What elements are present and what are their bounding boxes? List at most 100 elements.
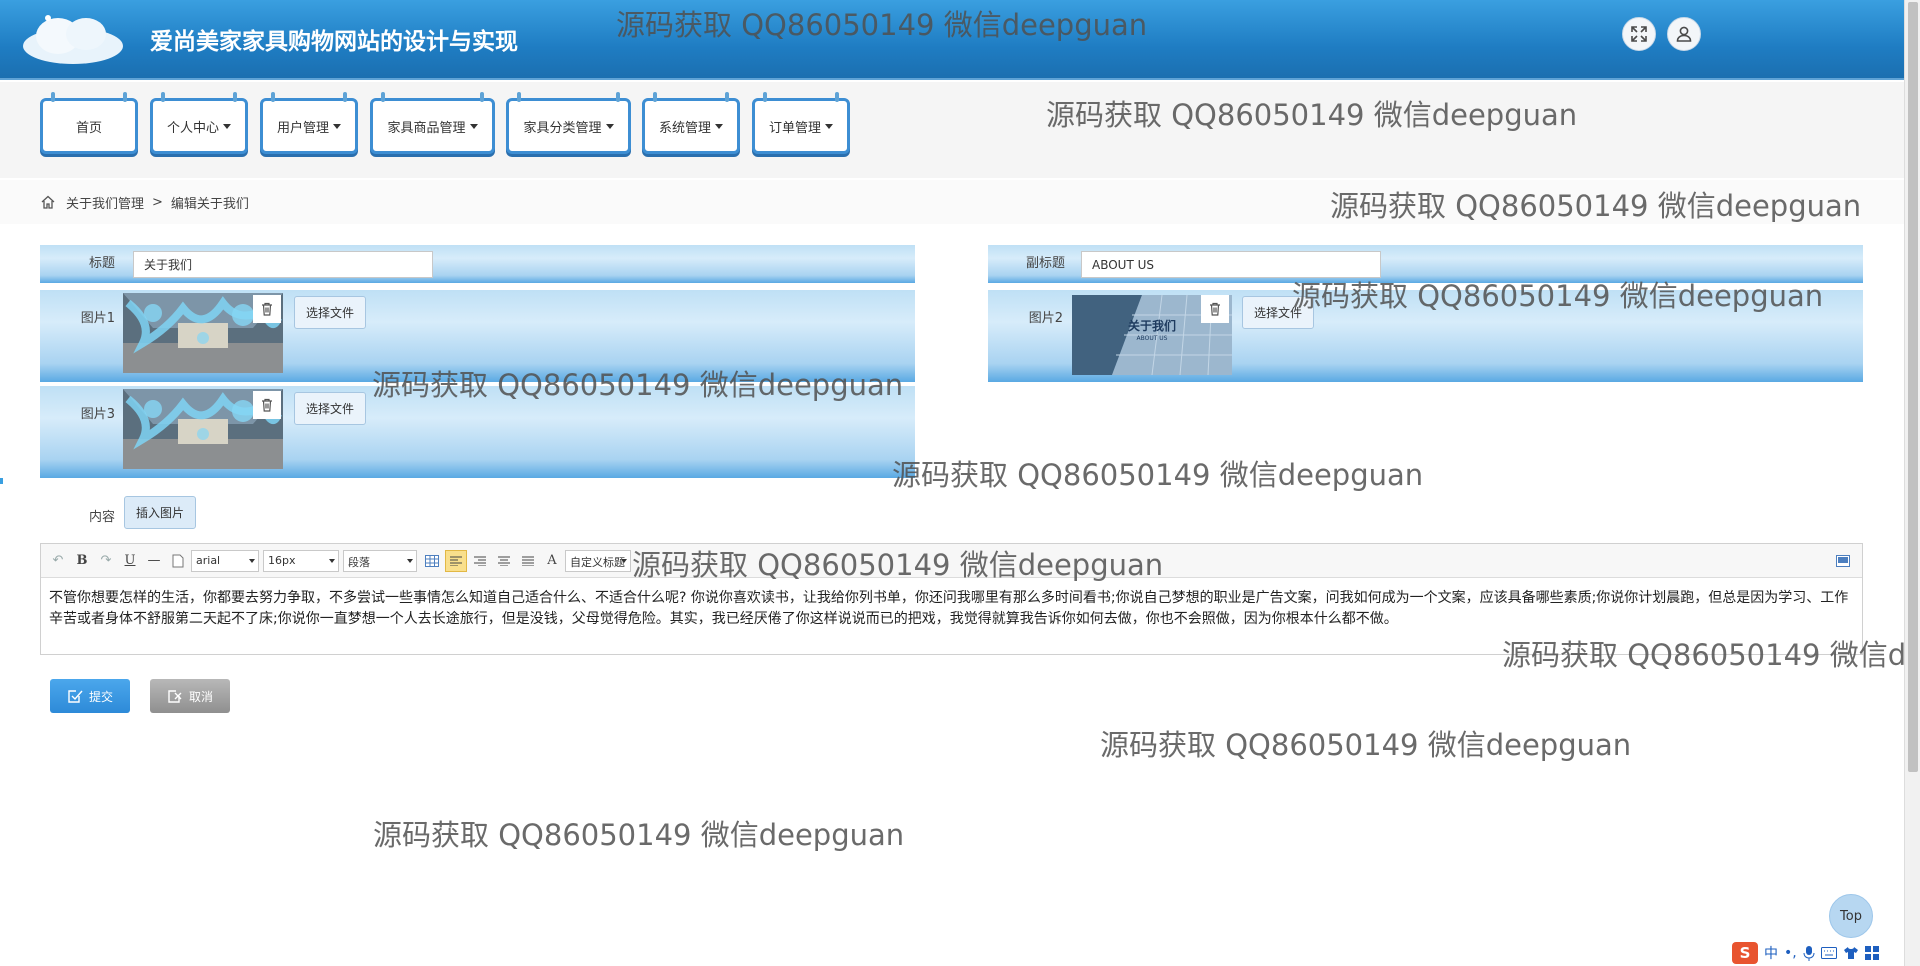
paragraph-select[interactable]: 段落: [343, 549, 417, 572]
image2-label: 图片2: [1028, 311, 1063, 326]
nav-label: 用户管理: [276, 120, 329, 136]
fullscreen-editor-icon[interactable]: [1832, 550, 1854, 572]
image2-caption: 关于我们: [1127, 319, 1176, 333]
redo-icon[interactable]: ↷: [95, 550, 117, 572]
grid-apps-icon[interactable]: [1864, 946, 1879, 960]
caret-down-icon: [223, 123, 231, 129]
font-color-icon[interactable]: A: [541, 550, 563, 572]
align-left-icon[interactable]: [445, 549, 467, 572]
subtitle-label: 副标题: [1025, 256, 1065, 271]
hook-decoration: [381, 92, 385, 102]
choose-file-image2-button[interactable]: 选择文件: [1242, 296, 1314, 329]
cancel-button[interactable]: 取消: [150, 679, 230, 713]
hook-decoration: [517, 92, 521, 102]
main-nav: 首页 个人中心 用户管理 家具商品管理 家具分类管理 系统管理 订单管理: [0, 82, 1904, 178]
nav-personal-center[interactable]: 个人中心: [150, 92, 248, 154]
scrollbar-thumb[interactable]: [1908, 2, 1918, 772]
breadcrumb: 关于我们管理 > 编辑关于我们: [0, 180, 1904, 224]
rich-text-editor: ↶ B ↷ U — arial 16px 段落 A 自定义标题 不管你想要怎样的: [40, 543, 1863, 655]
nav-system[interactable]: 系统管理: [642, 92, 740, 154]
keyboard-icon[interactable]: [1820, 947, 1837, 959]
font-size-select[interactable]: 16px: [263, 549, 339, 572]
table-icon[interactable]: [421, 550, 443, 572]
user-button[interactable]: [1667, 17, 1701, 51]
hook-decoration: [725, 92, 729, 102]
content-label: 内容: [88, 510, 115, 525]
submit-button[interactable]: 提交: [50, 679, 130, 713]
insert-image-button[interactable]: 插入图片: [124, 496, 196, 529]
trash-icon: [1210, 302, 1220, 316]
nav-home[interactable]: 首页: [40, 92, 138, 154]
submit-label: 提交: [88, 689, 113, 704]
hook-decoration: [480, 92, 484, 102]
hook-decoration: [271, 92, 275, 102]
cancel-label: 取消: [188, 689, 213, 704]
nav-label: 订单管理: [768, 120, 821, 136]
delete-image3-button[interactable]: [253, 391, 281, 419]
font-family-select[interactable]: arial: [191, 549, 259, 572]
watermark-text: 源码获取 QQ86050149 微信deepguan: [892, 458, 1424, 492]
nav-label: 系统管理: [658, 120, 711, 136]
hook-decoration: [51, 92, 55, 102]
breadcrumb-level1[interactable]: 关于我们管理: [66, 193, 144, 212]
cancel-x-icon: [168, 690, 182, 703]
trash-icon: [262, 302, 272, 316]
site-title: 爱尚美家家具购物网站的设计与实现: [150, 29, 518, 55]
caret-down-icon: [469, 123, 478, 129]
align-justify-icon[interactable]: [517, 550, 539, 572]
edit-check-icon: [68, 690, 83, 703]
delete-image1-button[interactable]: [253, 295, 281, 323]
title-label: 标题: [88, 256, 115, 271]
nav-label: 家具分类管理: [523, 120, 602, 136]
document-icon[interactable]: [167, 550, 189, 572]
punctuation-icon[interactable]: •,: [1784, 945, 1797, 961]
hook-decoration: [343, 92, 347, 102]
watermark-text: 源码获取 QQ86050149 微信deepguan: [373, 818, 905, 852]
title-input[interactable]: [133, 251, 433, 278]
sogou-logo-icon: S: [1732, 942, 1758, 964]
microphone-icon[interactable]: [1803, 945, 1815, 961]
hook-decoration: [653, 92, 657, 102]
align-center-icon[interactable]: [493, 550, 515, 572]
nav-label: 个人中心: [166, 120, 219, 136]
editor-content[interactable]: 不管你想要怎样的生活，你都要去努力争取，不多尝试一些事情怎么知道自己适合什么、不…: [49, 588, 1854, 630]
breadcrumb-level2: 编辑关于我们: [170, 196, 249, 212]
expand-icon: [1631, 26, 1647, 42]
caret-down-icon: [333, 123, 341, 129]
caret-down-icon: [825, 123, 833, 129]
home-icon[interactable]: [40, 194, 56, 210]
page-scrollbar[interactable]: [1904, 0, 1920, 966]
undo-icon[interactable]: ↶: [47, 550, 69, 572]
skin-shirt-icon[interactable]: [1843, 946, 1859, 960]
subtitle-input[interactable]: [1081, 251, 1381, 278]
edge-marker: [0, 478, 3, 484]
underline-button[interactable]: U: [119, 550, 141, 572]
nav-furniture-category[interactable]: 家具分类管理: [506, 92, 631, 154]
nav-label: 家具商品管理: [387, 120, 466, 136]
delete-image2-button[interactable]: [1201, 295, 1229, 323]
back-to-top-button[interactable]: Top: [1829, 894, 1873, 938]
hook-decoration: [835, 92, 839, 102]
align-right-icon[interactable]: [469, 550, 491, 572]
watermark-text: 源码获取 QQ86050149 微信deepguan: [1100, 728, 1632, 762]
fullscreen-button[interactable]: [1622, 17, 1656, 51]
custom-title-select[interactable]: 自定义标题: [565, 549, 631, 572]
ime-language[interactable]: 中: [1764, 943, 1778, 963]
nav-orders[interactable]: 订单管理: [752, 92, 850, 154]
choose-file-image3-button[interactable]: 选择文件: [294, 392, 366, 425]
cloud-logo-icon: [23, 15, 123, 64]
caret-down-icon: [605, 123, 614, 129]
bold-button[interactable]: B: [71, 550, 93, 572]
image2-caption-small: ABOUT US: [1136, 335, 1168, 342]
horizontal-rule-icon[interactable]: —: [143, 550, 165, 572]
nav-furniture-goods[interactable]: 家具商品管理: [370, 92, 495, 154]
hook-decoration: [161, 92, 165, 102]
top-header: 爱尚美家家具购物网站的设计与实现: [0, 0, 1904, 80]
trash-icon: [262, 398, 272, 412]
ime-toolbar[interactable]: S 中 •,: [1732, 940, 1904, 966]
image1-label: 图片1: [80, 311, 115, 326]
nav-user-management[interactable]: 用户管理: [260, 92, 358, 154]
choose-file-image1-button[interactable]: 选择文件: [294, 296, 366, 329]
hook-decoration: [123, 92, 127, 102]
user-icon: [1676, 26, 1692, 42]
